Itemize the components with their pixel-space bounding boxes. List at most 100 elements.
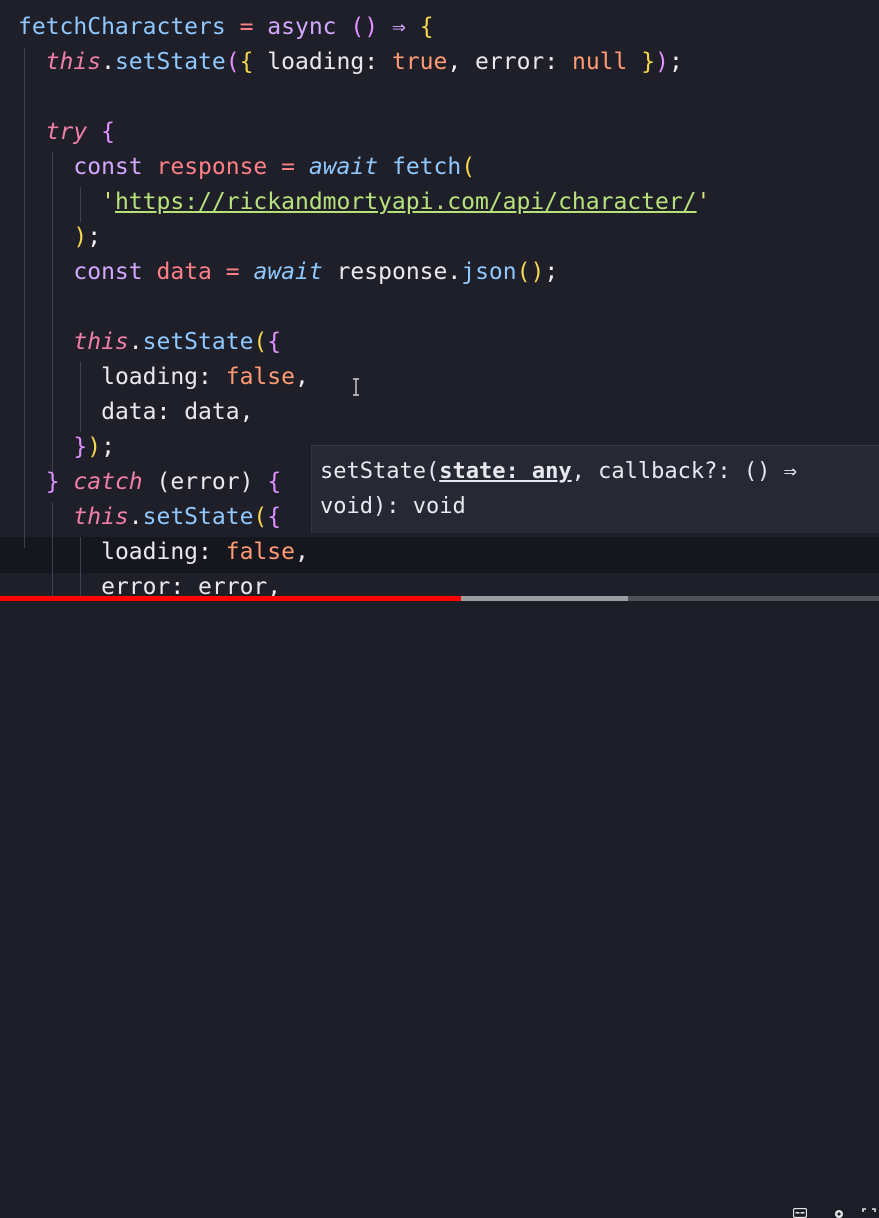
code-token: https://rickandmortyapi.com/api/characte… [114, 189, 697, 215]
code-token: await [253, 259, 323, 285]
code-token: loading [101, 364, 199, 390]
code-token: ) [73, 224, 88, 250]
code-token: = [281, 154, 295, 180]
code-line[interactable]: data: data, [18, 395, 253, 430]
code-token: ; [544, 259, 559, 285]
code-token: data [156, 259, 212, 285]
code-token: = [225, 259, 240, 285]
code-token: setState [142, 329, 254, 355]
code-token: , [447, 49, 476, 75]
code-token: response [156, 154, 268, 180]
code-token: , [239, 399, 254, 425]
code-line[interactable]: }); [18, 430, 115, 465]
code-token: : [198, 364, 226, 390]
code-line[interactable]: } catch (error) { [18, 465, 282, 500]
code-line[interactable]: fetchCharacters = async () ⇒ { [18, 10, 434, 45]
tooltip-signature-rest: , callback?: () ⇒ [571, 459, 797, 484]
code-token: : [156, 399, 185, 425]
code-token: ; [668, 49, 683, 75]
code-line[interactable]: try { [18, 115, 115, 150]
code-token: { [267, 504, 282, 530]
code-token: () [516, 259, 545, 285]
code-token: response [336, 259, 448, 285]
code-line[interactable]: this.setState({ [18, 325, 281, 360]
code-line[interactable]: this.setState({ loading: true, error: nu… [18, 45, 683, 80]
subtitles-icon[interactable] [793, 1208, 807, 1218]
code-line[interactable]: ); [18, 220, 101, 255]
code-token: loading [101, 539, 199, 565]
code-token: ) [239, 469, 254, 495]
code-line[interactable]: const data = await response.json(); [18, 255, 558, 290]
code-token: this [73, 329, 129, 355]
code-line[interactable]: const response = await fetch( [18, 150, 475, 185]
code-token: , [294, 539, 309, 565]
code-token: } [641, 49, 656, 75]
code-token: ) [87, 434, 102, 460]
code-token: = [239, 14, 254, 40]
code-token: fetchCharacters [18, 14, 226, 40]
code-token: ; [87, 224, 102, 250]
code-line[interactable]: loading: false, [18, 535, 309, 570]
code-token: ( [461, 154, 476, 180]
code-token: . [101, 49, 115, 75]
video-controls-bar [0, 601, 879, 1218]
text-cursor-icon [353, 378, 359, 396]
code-line[interactable]: 'https://rickandmortyapi.com/api/charact… [18, 185, 710, 220]
code-token: false [225, 539, 295, 565]
code-token: () [350, 14, 379, 40]
code-token: } [45, 469, 60, 495]
code-token: ( [253, 329, 268, 355]
code-line[interactable]: this.setState({ [18, 500, 281, 535]
code-token: ; [101, 434, 115, 460]
code-token: true [391, 49, 448, 75]
code-token: : [198, 539, 226, 565]
code-token: json [461, 259, 517, 285]
code-token: null [571, 49, 628, 75]
code-token: false [225, 364, 295, 390]
code-token: data [101, 399, 157, 425]
code-token: const [73, 259, 143, 285]
fullscreen-icon[interactable] [862, 1208, 876, 1218]
code-line[interactable]: loading: false, [18, 360, 309, 395]
code-token: this [45, 49, 102, 75]
code-token: ⇒ [391, 14, 406, 40]
code-token: ) [655, 49, 669, 75]
code-editor[interactable]: fetchCharacters = async () ⇒ { this.setS… [0, 0, 879, 617]
code-token: . [128, 504, 143, 530]
code-token: await [308, 154, 379, 180]
code-token: . [128, 329, 143, 355]
code-token: error [475, 49, 545, 75]
code-token: catch [73, 469, 143, 495]
code-token: try [45, 119, 88, 145]
code-token: this [73, 504, 129, 530]
settings-gear-icon[interactable] [832, 1208, 846, 1218]
code-token: error [170, 469, 240, 495]
